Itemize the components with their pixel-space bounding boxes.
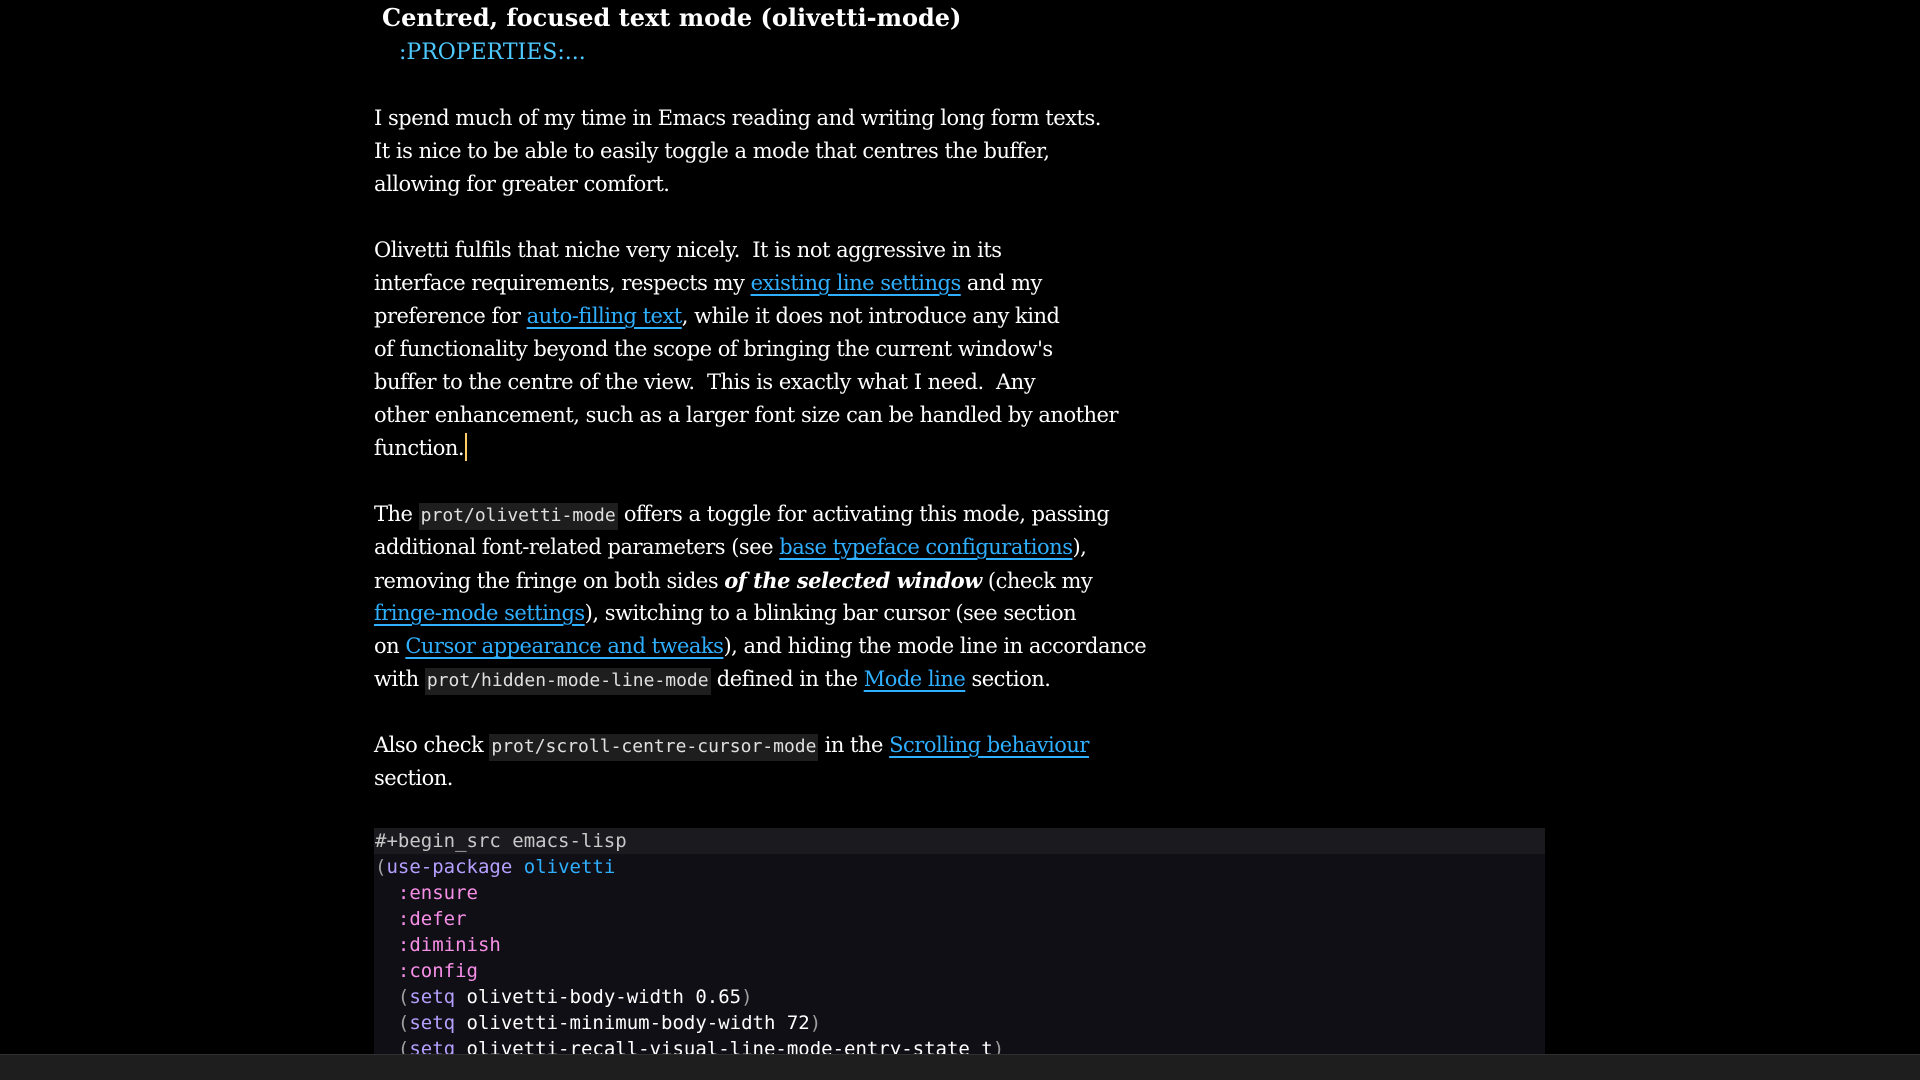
text-line: on Cursor appearance and tweaks), and hi…	[374, 630, 1147, 663]
text-line: additional font-related parameters (see …	[374, 531, 1146, 564]
keyword-setq: setq	[409, 1012, 456, 1034]
text-line: interface requirements, respects my exis…	[374, 267, 1118, 300]
text-line: function.	[374, 432, 1118, 465]
text-segment: removing the fringe on both sides	[374, 569, 725, 593]
keyword-diminish: :diminish	[397, 934, 501, 956]
mode-line	[0, 1054, 1920, 1080]
text-segment: with	[374, 667, 425, 691]
link-auto-filling-text[interactable]: auto-filling text	[527, 304, 683, 328]
text-line: of functionality beyond the scope of bri…	[374, 337, 1053, 361]
code-line: :ensure	[374, 880, 1545, 906]
paren: )	[741, 986, 753, 1008]
code-line: (setq olivetti-body-width 0.65)	[374, 984, 1545, 1010]
text-segment: interface requirements, respects my	[374, 271, 751, 295]
src-begin-line: #+begin_src emacs-lisp	[374, 828, 1545, 854]
code-line: (use-package olivetti	[374, 854, 1545, 880]
text-segment: ),	[1072, 535, 1087, 559]
link-base-typeface-configurations[interactable]: base typeface configurations	[779, 535, 1073, 559]
link-fringe-mode-settings[interactable]: fringe-mode settings	[374, 601, 585, 625]
text-line: buffer to the centre of the view. This i…	[374, 370, 1036, 394]
code-text: olivetti-recall-visual-line-mode-entry-s…	[455, 1038, 993, 1054]
source-code-block[interactable]: #+begin_src emacs-lisp (use-package oliv…	[374, 828, 1545, 1054]
text-line: Olivetti fulfils that niche very nicely.…	[374, 238, 1002, 262]
package-name: olivetti	[523, 856, 616, 878]
org-heading[interactable]: Centred, focused text mode (olivetti-mod…	[382, 2, 961, 34]
text-segment: ), and hiding the mode line in accordanc…	[723, 634, 1147, 658]
text-segment: in the	[818, 733, 890, 757]
text-segment: preference for	[374, 304, 527, 328]
keyword: use-package	[386, 856, 513, 878]
text-line: section.	[374, 766, 453, 790]
link-existing-line-settings[interactable]: existing line settings	[751, 271, 962, 295]
text-segment: (check my	[981, 569, 1093, 593]
keyword-ensure: :ensure	[397, 882, 478, 904]
editor-buffer[interactable]: Centred, focused text mode (olivetti-mod…	[0, 0, 1920, 1054]
text-line: allowing for greater comfort.	[374, 172, 670, 196]
paren: (	[397, 1038, 410, 1054]
link-scrolling-behaviour[interactable]: Scrolling behaviour	[889, 733, 1089, 757]
keyword-defer: :defer	[397, 908, 467, 930]
text-line: other enhancement, such as a larger font…	[374, 403, 1119, 427]
text-segment: offers a toggle for activating this mode…	[617, 502, 1110, 526]
paragraph-intro: I spend much of my time in Emacs reading…	[374, 102, 1101, 201]
text-segment: section.	[965, 667, 1051, 691]
code-line: :config	[374, 958, 1545, 984]
text-segment: The	[374, 502, 419, 526]
paragraph-also-check: Also check prot/scroll-centre-cursor-mod…	[374, 729, 1089, 795]
code-text: olivetti-minimum-body-width 72	[455, 1012, 810, 1034]
paren: (	[375, 856, 387, 878]
text-segment: defined in the	[710, 667, 864, 691]
paren: )	[992, 1038, 1005, 1054]
inline-code-hidden-mode-line: prot/hidden-mode-line-mode	[424, 668, 711, 695]
keyword-setq: setq	[409, 1038, 456, 1054]
code-line: :defer	[374, 906, 1545, 932]
text-segment: function.	[374, 436, 465, 460]
text-line: removing the fringe on both sides of the…	[374, 564, 1146, 597]
keyword-setq: setq	[409, 986, 456, 1008]
text-line: The prot/olivetti-mode offers a toggle f…	[374, 498, 1146, 531]
paren: (	[397, 1012, 410, 1034]
text-line: preference for auto-filling text, while …	[374, 300, 1118, 333]
text-segment: and my	[960, 271, 1042, 295]
inline-code-prot-olivetti-mode: prot/olivetti-mode	[418, 503, 618, 530]
code-line: :diminish	[374, 932, 1545, 958]
text-line: I spend much of my time in Emacs reading…	[374, 106, 1101, 130]
paren: )	[809, 1012, 822, 1034]
text-segment: Also check	[374, 733, 490, 757]
keyword-config: :config	[397, 960, 478, 982]
inline-code-scroll-centre: prot/scroll-centre-cursor-mode	[489, 734, 819, 761]
text-segment: , while it does not introduce any kind	[681, 304, 1060, 328]
text-segment: ), switching to a blinking bar cursor (s…	[584, 601, 1077, 625]
link-mode-line[interactable]: Mode line	[864, 667, 966, 691]
text-segment: on	[374, 634, 406, 658]
code-text: olivetti-body-width 0.65	[455, 986, 742, 1008]
text-line: It is nice to be able to easily toggle a…	[374, 139, 1050, 163]
paren: (	[397, 986, 410, 1008]
text-cursor	[465, 433, 468, 461]
text-line: with prot/hidden-mode-line-mode defined …	[374, 663, 1146, 696]
emphasis-text: of the selected window	[724, 568, 982, 593]
paragraph-olivetti: Olivetti fulfils that niche very nicely.…	[374, 234, 1119, 465]
text-segment: additional font-related parameters (see	[374, 535, 780, 559]
link-cursor-appearance[interactable]: Cursor appearance and tweaks	[405, 634, 724, 658]
text-line: Also check prot/scroll-centre-cursor-mod…	[374, 729, 1089, 762]
code-line: (setq olivetti-recall-visual-line-mode-e…	[374, 1036, 1545, 1054]
properties-drawer[interactable]: :PROPERTIES:...	[399, 37, 586, 69]
paragraph-prot-olivetti: The prot/olivetti-mode offers a toggle f…	[374, 498, 1147, 696]
text-line: fringe-mode settings), switching to a bl…	[374, 597, 1146, 630]
code-line: (setq olivetti-minimum-body-width 72)	[374, 1010, 1545, 1036]
